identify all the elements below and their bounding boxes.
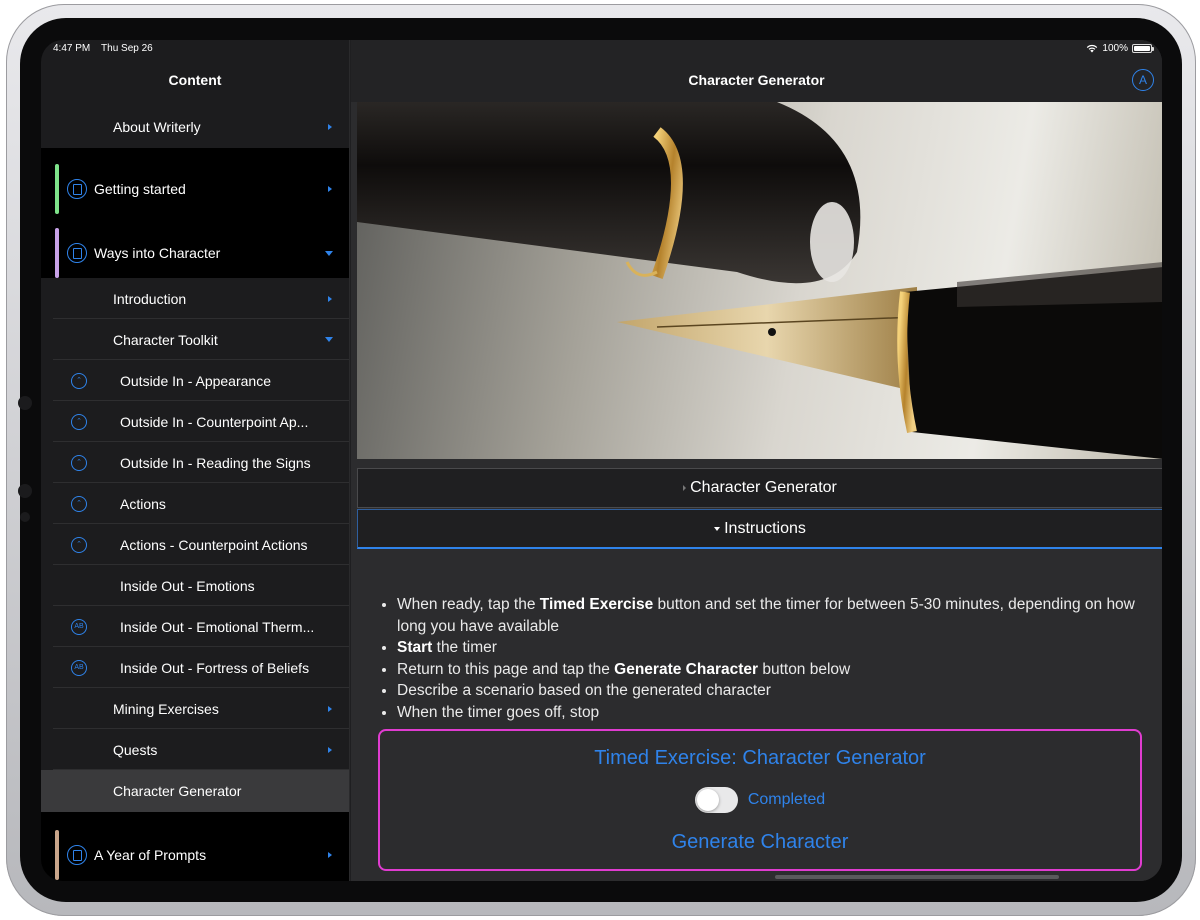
chevron-down-icon xyxy=(325,250,333,256)
sidebar-item-label: Mining Exercises xyxy=(113,700,219,717)
sidebar-item-label: Character Toolkit xyxy=(113,331,218,348)
sidebar-item-label: About Writerly xyxy=(113,119,201,135)
sidebar-item-inside-out-emotional-therm[interactable]: AB Inside Out - Emotional Therm... xyxy=(41,606,349,647)
side-sensor xyxy=(20,512,30,522)
sidebar-item-label: Introduction xyxy=(113,290,187,307)
instruction-item: When ready, tap the Timed Exercise butto… xyxy=(397,594,1152,637)
sidebar-item-label: Inside Out - Emotions xyxy=(120,577,255,594)
chevron-right-icon xyxy=(328,186,332,192)
home-indicator[interactable] xyxy=(775,875,1059,879)
side-sensor xyxy=(18,396,32,410)
section-accent-bar xyxy=(55,228,59,278)
instruction-item: Describe a scenario based on the generat… xyxy=(397,680,1152,702)
sidebar-item-label: Ways into Character xyxy=(94,245,221,261)
sidebar-item-character-toolkit[interactable]: Character Toolkit xyxy=(41,319,349,360)
chevron-right-icon xyxy=(328,124,332,130)
sidebar-item-label: Outside In - Appearance xyxy=(120,372,271,389)
toggle-knob xyxy=(696,789,719,811)
sidebar-item-character-generator[interactable]: Character Generator xyxy=(41,770,349,812)
sidebar-item-label: Character Generator xyxy=(113,783,242,799)
sidebar-item-label: Quests xyxy=(113,741,158,758)
sidebar-item-label: Actions xyxy=(120,495,166,512)
status-date: Thu Sep 26 xyxy=(101,43,153,54)
book-icon xyxy=(67,845,87,865)
app-screen: 4:47 PM Thu Sep 26 100% Content About Wr… xyxy=(41,40,1162,881)
sidebar-item-about-writerly[interactable]: About Writerly xyxy=(41,106,349,148)
ab-icon: AB xyxy=(71,618,87,635)
timed-exercise-card: Timed Exercise: Character Generator Comp… xyxy=(378,729,1142,871)
exercise-icon: ⌃ xyxy=(71,495,87,512)
sidebar-item-outside-in-counterpoint[interactable]: ⌃ Outside In - Counterpoint Ap... xyxy=(41,401,349,442)
chevron-right-icon xyxy=(328,295,332,302)
sidebar-item-label: A Year of Prompts xyxy=(94,847,207,863)
sidebar-section-getting-started[interactable]: Getting started xyxy=(41,162,349,216)
exercise-icon: ⌃ xyxy=(71,454,87,471)
ab-icon: AB xyxy=(71,659,87,676)
sidebar: Content About Writerly Getting started W… xyxy=(41,40,350,881)
text-size-icon[interactable]: A xyxy=(1132,69,1154,91)
sidebar-item-outside-in-appearance[interactable]: ⌃ Outside In - Appearance xyxy=(41,360,349,401)
sidebar-item-inside-out-fortress[interactable]: AB Inside Out - Fortress of Beliefs xyxy=(41,647,349,688)
sidebar-item-label: Outside In - Reading the Signs xyxy=(120,454,311,471)
page-title: Character Generator xyxy=(688,72,825,88)
sidebar-item-label: Actions - Counterpoint Actions xyxy=(120,536,308,553)
accordion-character-generator[interactable]: Character Generator xyxy=(357,468,1162,508)
instruction-item: Return to this page and tap the Generate… xyxy=(397,659,1152,681)
sidebar-item-introduction[interactable]: Introduction xyxy=(41,278,349,319)
generate-character-button[interactable]: Generate Character xyxy=(380,831,1140,854)
accordion-label: Character Generator xyxy=(690,479,837,496)
section-accent-bar xyxy=(55,164,59,214)
sidebar-item-actions[interactable]: ⌃ Actions xyxy=(41,483,349,524)
book-icon xyxy=(67,179,87,199)
status-bar: 4:47 PM Thu Sep 26 100% xyxy=(41,40,1162,58)
chevron-down-icon xyxy=(714,526,721,531)
main-content: Character Generator A Character Generato… xyxy=(351,40,1162,881)
sidebar-item-outside-in-reading-signs[interactable]: ⌃ Outside In - Reading the Signs xyxy=(41,442,349,483)
hero-image-fountain-pen xyxy=(357,102,1162,459)
sidebar-item-inside-out-emotions[interactable]: Inside Out - Emotions xyxy=(41,565,349,606)
wifi-icon xyxy=(1087,44,1098,53)
battery-level xyxy=(1134,46,1150,51)
sidebar-item-label: Inside Out - Fortress of Beliefs xyxy=(120,659,310,676)
completed-toggle-row: Completed xyxy=(380,787,1140,813)
fountain-pen-illustration xyxy=(357,102,1162,459)
battery-icon xyxy=(1132,44,1154,53)
chevron-right-icon xyxy=(328,852,332,858)
battery-percent: 100% xyxy=(1102,43,1128,54)
sidebar-item-label: Outside In - Counterpoint Ap... xyxy=(120,413,309,430)
sidebar-item-label: Getting started xyxy=(94,181,186,197)
sidebar-item-mining-exercises[interactable]: Mining Exercises xyxy=(41,688,349,729)
instruction-item: When the timer goes off, stop xyxy=(397,702,1152,724)
sidebar-item-actions-counterpoint[interactable]: ⌃ Actions - Counterpoint Actions xyxy=(41,524,349,565)
completed-toggle[interactable] xyxy=(694,787,738,813)
book-icon xyxy=(67,243,87,263)
exercise-icon: ⌃ xyxy=(71,536,87,553)
chevron-right-icon xyxy=(683,485,687,491)
completed-label: Completed xyxy=(747,791,826,808)
sidebar-section-year-of-prompts[interactable]: A Year of Prompts xyxy=(41,828,349,881)
exercise-icon: ⌃ xyxy=(71,372,87,389)
sidebar-item-label: Inside Out - Emotional Therm... xyxy=(120,618,315,635)
instruction-item: Start the timer xyxy=(397,637,1152,659)
sidebar-title: Content xyxy=(168,72,222,88)
section-accent-bar xyxy=(55,830,59,880)
timed-exercise-button[interactable]: Timed Exercise: Character Generator xyxy=(380,747,1140,770)
instructions-list: When ready, tap the Timed Exercise butto… xyxy=(397,594,1152,723)
chevron-down-icon xyxy=(325,337,333,342)
exercise-icon: ⌃ xyxy=(71,413,87,430)
status-time: 4:47 PM xyxy=(53,43,91,54)
sidebar-item-quests[interactable]: Quests xyxy=(41,729,349,770)
accordion-instructions[interactable]: Instructions xyxy=(357,509,1162,549)
accordion-label: Instructions xyxy=(724,519,806,537)
sidebar-section-ways-into-character[interactable]: Ways into Character xyxy=(41,226,349,280)
chevron-right-icon xyxy=(328,746,332,753)
chevron-right-icon xyxy=(328,705,332,712)
side-sensor xyxy=(18,484,32,498)
